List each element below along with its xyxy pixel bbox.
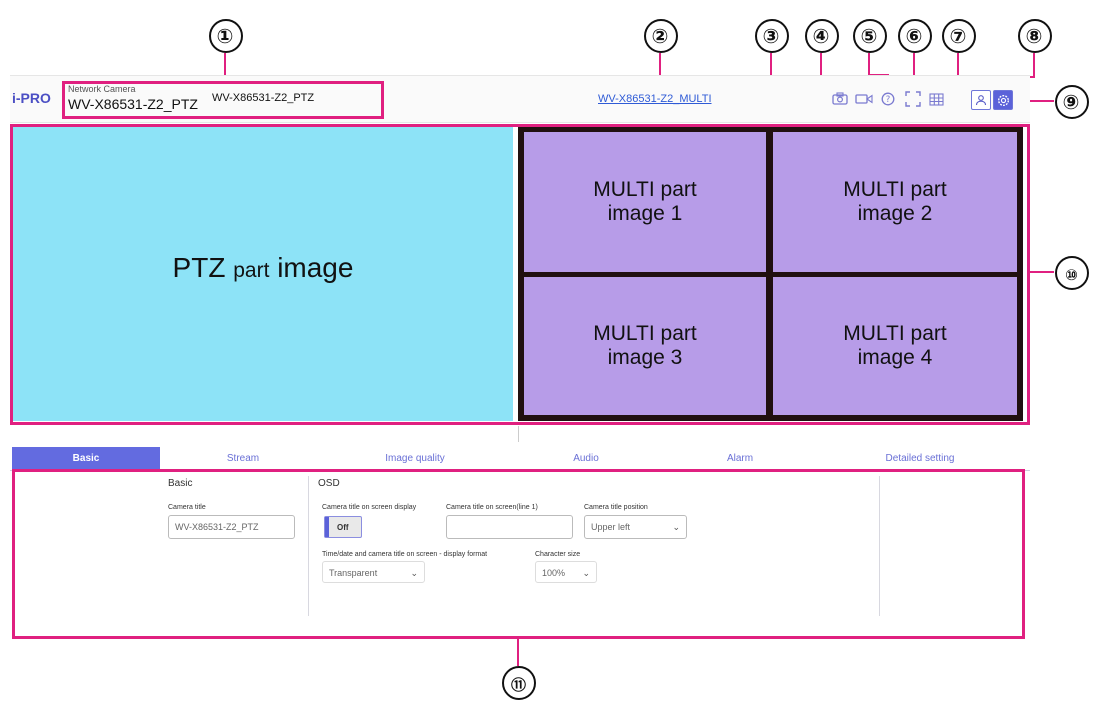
settings-button[interactable] [993,90,1013,110]
user-button[interactable] [971,90,991,110]
tab-detailed-setting[interactable]: Detailed setting [840,447,1000,471]
fullscreen-icon[interactable] [905,91,921,107]
callout-10: ⑩ [1053,254,1089,290]
camera-title-line1-input[interactable] [446,515,573,539]
column-divider [308,476,309,616]
camera-title-input[interactable]: WV-X86531-Z2_PTZ [168,515,295,539]
callout-3: ③ [753,17,789,53]
camera-title-label: Camera title [168,504,206,511]
tab-alarm[interactable]: Alarm [660,447,820,471]
callout-9: ⑨ [1053,83,1089,119]
chevron-down-icon: ⌄ [582,568,590,578]
display-format-select[interactable]: Transparent ⌄ [322,561,425,583]
character-size-label: Character size [535,551,581,558]
leader-line-11 [517,638,519,666]
splitter [518,426,519,442]
tab-stream[interactable]: Stream [163,447,323,471]
display-format-label: Time/date and camera title on screen - d… [322,551,488,558]
character-size-select[interactable]: 100% ⌄ [535,561,597,583]
callout-box-11 [12,469,1025,639]
callout-4: ④ [803,17,839,53]
snapshot-icon[interactable] [832,92,848,105]
ptz-image-label: PTZ part image [172,252,354,283]
chevron-down-icon: ⌄ [410,568,418,578]
callout-5: ⑤ [851,17,887,53]
basic-heading: Basic [168,478,193,489]
chevron-down-icon: ⌄ [672,522,680,532]
multi-part-image-1[interactable]: MULTI part image 1 [524,132,766,272]
camera-title-display-label: Camera title on screen display [322,504,417,511]
callout-11: ⑪ [500,664,536,700]
camera-title-display-toggle[interactable]: Off [324,516,362,538]
multiscreen-icon[interactable] [929,93,944,106]
multi-part-image-3[interactable]: MULTI part image 3 [524,277,766,415]
svg-text:?: ? [886,95,891,105]
leader-line-10 [1030,271,1054,273]
osd-heading: OSD [318,478,340,489]
multi-part-image-4[interactable]: MULTI part image 4 [773,277,1017,415]
tab-image-quality[interactable]: Image quality [335,447,495,471]
leader-line-8 [1033,53,1035,77]
help-icon[interactable]: ? [881,92,895,106]
multi-camera-link[interactable]: WV-X86531-Z2_MULTI [598,93,712,105]
column-divider [879,476,880,616]
camera-title-position-label: Camera title position [584,504,648,511]
tab-audio[interactable]: Audio [506,447,666,471]
brand-logo: i-PRO [12,90,51,106]
callout-7: ⑦ [940,17,976,53]
callout-8: ⑧ [1016,17,1052,53]
camera-title-line1-label: Camera title on screen(line 1) [446,504,538,511]
multi-part-image-2[interactable]: MULTI part image 2 [773,132,1017,272]
callout-1: ① [207,17,243,53]
callout-2: ② [642,17,678,53]
leader-line-5 [868,53,870,75]
callout-6: ⑥ [896,17,932,53]
camera-title-position-select[interactable]: Upper left ⌄ [584,515,687,539]
tab-basic[interactable]: Basic [12,447,160,471]
callout-box-1 [62,81,384,119]
record-icon[interactable] [855,93,873,105]
